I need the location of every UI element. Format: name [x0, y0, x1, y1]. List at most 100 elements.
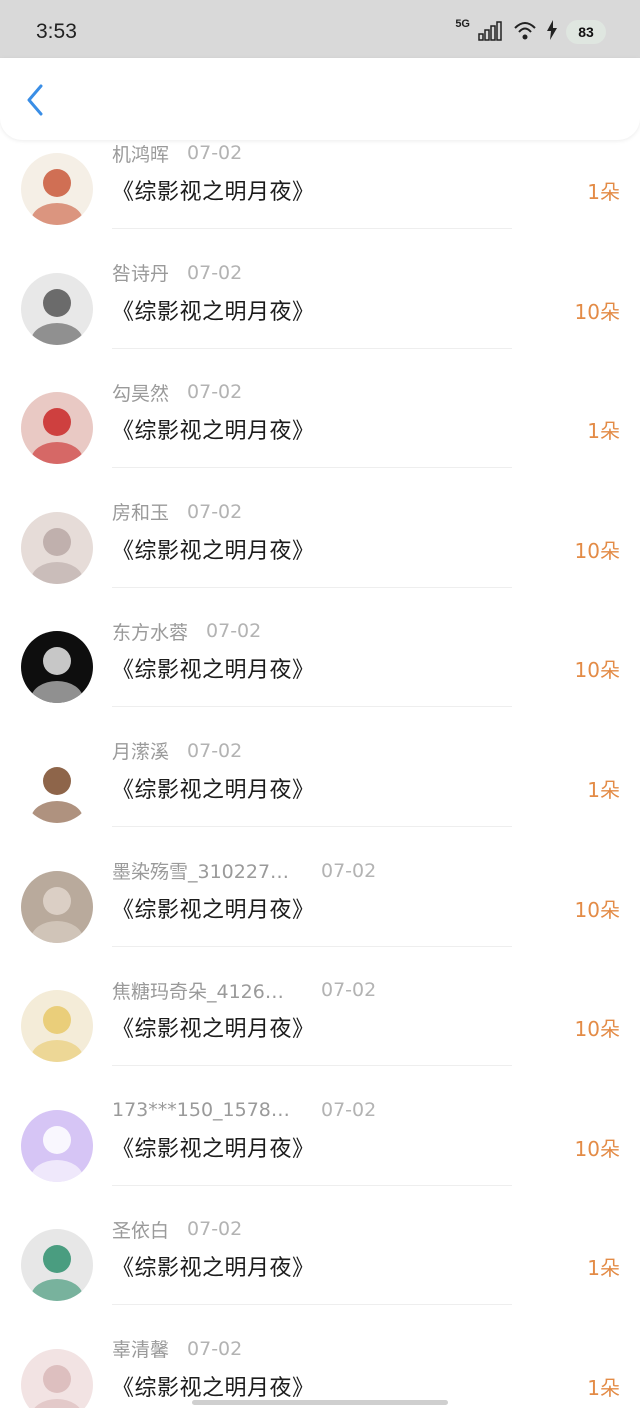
list-item[interactable]: 173***150_1578… 07-02 《综影视之明月夜》 10朵 — [0, 1097, 640, 1217]
wifi-icon — [512, 18, 538, 46]
avatar[interactable] — [21, 990, 93, 1063]
divider — [112, 467, 512, 469]
flower-amount: 1朵 — [587, 180, 620, 204]
user-name[interactable]: 焦糖玛奇朵_4126… — [112, 977, 302, 1004]
date-label: 07-02 — [321, 859, 377, 882]
signal-icon — [478, 19, 504, 45]
divider — [112, 347, 512, 349]
row-meta: 圣依白 07-02 — [112, 1216, 242, 1242]
divider — [112, 825, 512, 827]
list-item[interactable]: 焦糖玛奇朵_4126… 07-02 《综影视之明月夜》 10朵 — [0, 977, 640, 1097]
row-meta: 东方水蓉 07-02 — [112, 618, 261, 644]
divider — [112, 1304, 512, 1306]
battery-level: 83 — [566, 20, 606, 44]
divider — [112, 586, 512, 588]
date-label: 07-02 — [187, 142, 243, 164]
book-title[interactable]: 《综影视之明月夜》 — [112, 294, 315, 326]
user-name[interactable]: 173***150_1578… — [112, 1099, 302, 1121]
flower-amount: 1朵 — [587, 1256, 620, 1281]
list-item[interactable]: 咎诗丹 07-02 《综影视之明月夜》 10朵 — [0, 260, 640, 380]
date-label: 07-02 — [321, 1098, 377, 1121]
divider — [112, 706, 512, 708]
list-item[interactable]: 月潆溪 07-02 《综影视之明月夜》 1朵 — [0, 738, 640, 858]
flower-amount: 1朵 — [587, 777, 620, 802]
flower-amount: 10朵 — [574, 1017, 620, 1042]
date-label: 07-02 — [187, 381, 243, 404]
user-name[interactable]: 墨染殇雪_310227… — [112, 857, 302, 884]
row-meta: 173***150_1578… 07-02 — [112, 1097, 376, 1123]
row-meta: 机鸿晖 07-02 — [112, 140, 242, 166]
row-meta: 焦糖玛奇朵_4126… 07-02 — [112, 977, 376, 1003]
avatar[interactable] — [21, 631, 93, 704]
list-item[interactable]: 房和玉 07-02 《综影视之明月夜》 10朵 — [0, 499, 640, 619]
avatar[interactable] — [21, 272, 93, 345]
avatar[interactable] — [21, 870, 93, 943]
row-meta: 墨染殇雪_310227… 07-02 — [112, 858, 376, 884]
flower-amount: 10朵 — [574, 538, 620, 563]
avatar[interactable] — [21, 1348, 93, 1408]
flower-amount: 1朵 — [587, 1375, 620, 1400]
book-title[interactable]: 《综影视之明月夜》 — [112, 1131, 315, 1163]
date-label: 07-02 — [321, 979, 377, 1002]
date-label: 07-02 — [187, 739, 243, 762]
user-name[interactable]: 圣依白 — [112, 1216, 169, 1243]
network-type-label: 5G — [455, 18, 470, 30]
user-name[interactable]: 东方水蓉 — [112, 618, 188, 645]
user-name[interactable]: 辜清馨 — [112, 1335, 169, 1362]
book-title[interactable]: 《综影视之明月夜》 — [112, 1011, 315, 1043]
nav-bar — [0, 58, 640, 140]
charging-icon — [546, 20, 558, 44]
avatar[interactable] — [21, 392, 93, 465]
gift-record-list: 机鸿晖 07-02 《综影视之明月夜》 1朵 咎诗丹 07-02 《综影视之明月夜》 10朵勾… — [0, 140, 640, 1408]
divider — [112, 1065, 512, 1067]
user-name[interactable]: 房和玉 — [112, 498, 169, 525]
user-name[interactable]: 勾昊然 — [112, 379, 169, 406]
list-item[interactable]: 勾昊然 07-02 《综影视之明月夜》 1朵 — [0, 379, 640, 499]
avatar[interactable] — [21, 511, 93, 584]
flower-amount: 10朵 — [574, 1136, 620, 1161]
row-meta: 勾昊然 07-02 — [112, 379, 242, 405]
row-meta: 房和玉 07-02 — [112, 499, 242, 525]
date-label: 07-02 — [187, 1218, 243, 1241]
list-item[interactable]: 机鸿晖 07-02 《综影视之明月夜》 1朵 — [0, 140, 640, 260]
divider — [112, 228, 512, 229]
date-label: 07-02 — [187, 500, 243, 523]
date-label: 07-02 — [187, 261, 243, 284]
status-icons: 5G 83 — [455, 16, 606, 48]
book-title[interactable]: 《综影视之明月夜》 — [112, 1370, 315, 1402]
flower-amount: 1朵 — [587, 419, 620, 444]
home-indicator — [192, 1400, 448, 1405]
book-title[interactable]: 《综影视之明月夜》 — [112, 174, 315, 206]
row-meta: 月潆溪 07-02 — [112, 738, 242, 764]
list-item[interactable]: 辜清馨 07-02 《综影视之明月夜》 1朵 — [0, 1336, 640, 1408]
book-title[interactable]: 《综影视之明月夜》 — [112, 413, 315, 445]
status-bar: 3:53 5G 83 — [0, 0, 640, 60]
user-name[interactable]: 机鸿晖 — [112, 140, 169, 167]
avatar[interactable] — [21, 1229, 93, 1302]
book-title[interactable]: 《综影视之明月夜》 — [112, 1250, 315, 1282]
user-name[interactable]: 咎诗丹 — [112, 259, 169, 286]
divider — [112, 945, 512, 947]
avatar[interactable] — [21, 1109, 93, 1182]
avatar[interactable] — [21, 750, 93, 823]
list-item[interactable]: 东方水蓉 07-02 《综影视之明月夜》 10朵 — [0, 618, 640, 738]
user-name[interactable]: 月潆溪 — [112, 737, 169, 764]
chevron-left-icon — [27, 84, 43, 116]
flower-amount: 10朵 — [574, 658, 620, 683]
row-meta: 辜清馨 07-02 — [112, 1336, 242, 1362]
avatar[interactable] — [21, 153, 93, 225]
book-title[interactable]: 《综影视之明月夜》 — [112, 533, 315, 565]
book-title[interactable]: 《综影视之明月夜》 — [112, 772, 315, 804]
divider — [112, 1184, 512, 1186]
flower-amount: 10朵 — [574, 299, 620, 324]
date-label: 07-02 — [187, 1337, 243, 1360]
back-button[interactable] — [20, 82, 50, 118]
list-item[interactable]: 圣依白 07-02 《综影视之明月夜》 1朵 — [0, 1216, 640, 1336]
flower-amount: 10朵 — [574, 897, 620, 922]
status-time: 3:53 — [36, 20, 77, 43]
book-title[interactable]: 《综影视之明月夜》 — [112, 892, 315, 924]
date-label: 07-02 — [206, 620, 262, 643]
row-meta: 咎诗丹 07-02 — [112, 260, 242, 286]
book-title[interactable]: 《综影视之明月夜》 — [112, 652, 315, 684]
list-item[interactable]: 墨染殇雪_310227… 07-02 《综影视之明月夜》 10朵 — [0, 858, 640, 978]
